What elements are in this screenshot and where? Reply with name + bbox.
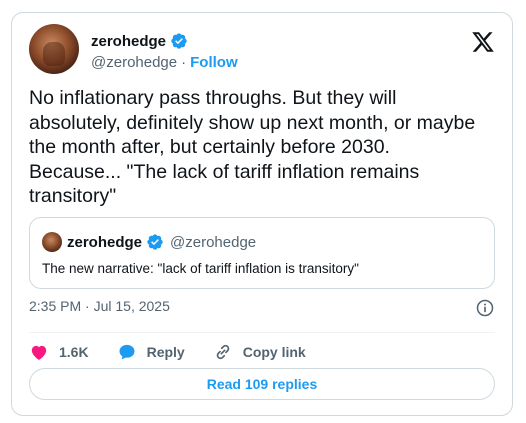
quoted-avatar xyxy=(42,232,62,252)
tweet-header: zerohedge @zerohedge · Follow xyxy=(29,24,495,76)
author-name-row: zerohedge xyxy=(91,32,188,50)
like-button[interactable]: 1.6K xyxy=(29,342,89,362)
tweet-card: zerohedge @zerohedge · Follow No inflati… xyxy=(11,12,513,416)
action-bar: 1.6K Reply Copy link xyxy=(29,339,306,365)
author-handle-row: @zerohedge · Follow xyxy=(91,54,238,71)
author-display-name[interactable]: zerohedge xyxy=(91,33,166,50)
verified-badge-icon xyxy=(171,33,187,49)
quoted-tweet[interactable]: zerohedge @zerohedge The new narrative: … xyxy=(29,217,495,289)
verified-badge-icon xyxy=(147,234,163,250)
like-count: 1.6K xyxy=(59,344,89,360)
avatar[interactable] xyxy=(29,24,79,74)
quoted-display-name: zerohedge xyxy=(67,233,143,251)
divider xyxy=(29,332,495,333)
quoted-handle: @zerohedge xyxy=(170,233,257,251)
timestamp[interactable]: 2:35 PM · Jul 15, 2025 xyxy=(29,298,170,314)
reply-bubble-icon xyxy=(119,344,135,360)
quoted-text: The new narrative: "lack of tariff infla… xyxy=(42,261,359,276)
reply-label: Reply xyxy=(146,344,185,360)
copy-link-button[interactable]: Copy link xyxy=(213,342,306,362)
follow-button[interactable]: Follow xyxy=(190,54,238,71)
heart-icon xyxy=(31,345,47,360)
separator-dot: · xyxy=(181,54,187,71)
x-logo-icon[interactable] xyxy=(471,30,495,54)
read-replies-button[interactable]: Read 109 replies xyxy=(29,368,495,400)
tweet-meta: 2:35 PM · Jul 15, 2025 xyxy=(29,298,495,318)
author-handle[interactable]: @zerohedge xyxy=(91,54,177,71)
link-icon xyxy=(216,344,229,360)
reply-button[interactable]: Reply xyxy=(117,342,185,362)
quoted-author-row: zerohedge @zerohedge xyxy=(67,233,256,251)
tweet-text: No inflationary pass throughs. But they … xyxy=(29,87,476,207)
copy-link-label: Copy link xyxy=(242,344,306,360)
info-icon[interactable] xyxy=(475,298,495,318)
